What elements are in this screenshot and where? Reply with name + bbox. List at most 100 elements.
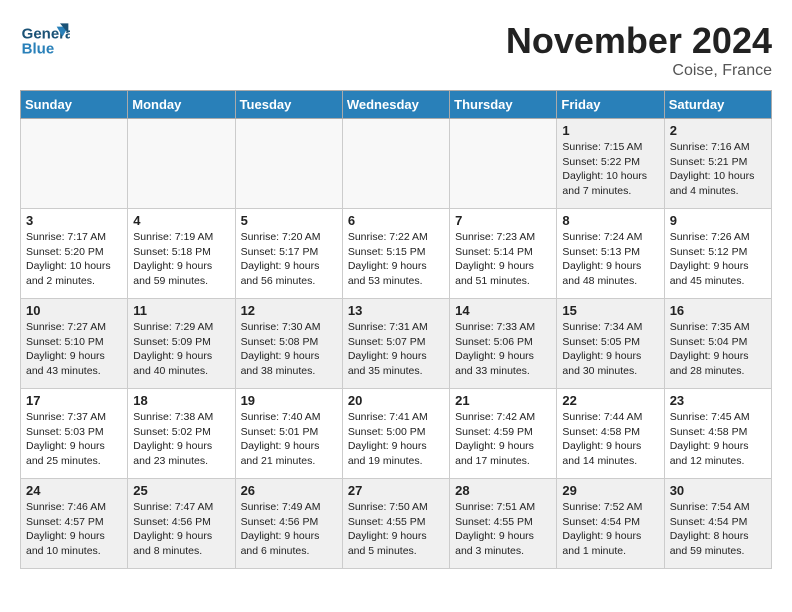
calendar-cell: 23 Sunrise: 7:45 AM Sunset: 4:58 PM Dayli… — [664, 389, 771, 479]
calendar-cell: 3 Sunrise: 7:17 AM Sunset: 5:20 PM Daylig… — [21, 209, 128, 299]
day-number: 25 — [133, 483, 229, 498]
day-number: 24 — [26, 483, 122, 498]
weekday-header-thursday: Thursday — [450, 91, 557, 119]
day-content: Sunrise: 7:33 AM Sunset: 5:06 PM Dayligh… — [455, 320, 551, 379]
calendar-week-row: 24 Sunrise: 7:46 AM Sunset: 4:57 PM Dayli… — [21, 479, 772, 569]
day-content: Sunrise: 7:50 AM Sunset: 4:55 PM Dayligh… — [348, 500, 444, 559]
day-number: 18 — [133, 393, 229, 408]
calendar-week-row: 1 Sunrise: 7:15 AM Sunset: 5:22 PM Daylig… — [21, 119, 772, 209]
day-content: Sunrise: 7:38 AM Sunset: 5:02 PM Dayligh… — [133, 410, 229, 469]
day-content: Sunrise: 7:47 AM Sunset: 4:56 PM Dayligh… — [133, 500, 229, 559]
calendar-table: SundayMondayTuesdayWednesdayThursdayFrid… — [20, 90, 772, 569]
weekday-header-friday: Friday — [557, 91, 664, 119]
day-number: 29 — [562, 483, 658, 498]
weekday-header-row: SundayMondayTuesdayWednesdayThursdayFrid… — [21, 91, 772, 119]
svg-text:Blue: Blue — [22, 40, 55, 57]
day-number: 7 — [455, 213, 551, 228]
calendar-cell: 11 Sunrise: 7:29 AM Sunset: 5:09 PM Dayli… — [128, 299, 235, 389]
day-number: 3 — [26, 213, 122, 228]
calendar-cell: 24 Sunrise: 7:46 AM Sunset: 4:57 PM Dayli… — [21, 479, 128, 569]
day-number: 2 — [670, 123, 766, 138]
day-content: Sunrise: 7:46 AM Sunset: 4:57 PM Dayligh… — [26, 500, 122, 559]
location: Coise, France — [506, 62, 772, 80]
day-number: 15 — [562, 303, 658, 318]
day-content: Sunrise: 7:54 AM Sunset: 4:54 PM Dayligh… — [670, 500, 766, 559]
logo: General Blue — [20, 20, 74, 60]
weekday-header-sunday: Sunday — [21, 91, 128, 119]
calendar-cell: 8 Sunrise: 7:24 AM Sunset: 5:13 PM Daylig… — [557, 209, 664, 299]
calendar-cell: 2 Sunrise: 7:16 AM Sunset: 5:21 PM Daylig… — [664, 119, 771, 209]
day-number: 23 — [670, 393, 766, 408]
day-number: 12 — [241, 303, 337, 318]
day-number: 17 — [26, 393, 122, 408]
day-content: Sunrise: 7:35 AM Sunset: 5:04 PM Dayligh… — [670, 320, 766, 379]
calendar-cell — [21, 119, 128, 209]
calendar-cell: 26 Sunrise: 7:49 AM Sunset: 4:56 PM Dayli… — [235, 479, 342, 569]
day-content: Sunrise: 7:41 AM Sunset: 5:00 PM Dayligh… — [348, 410, 444, 469]
day-content: Sunrise: 7:27 AM Sunset: 5:10 PM Dayligh… — [26, 320, 122, 379]
calendar-cell: 21Sunrise: 7:42 AM Sunset: 4:59 PM Dayli… — [450, 389, 557, 479]
day-content: Sunrise: 7:29 AM Sunset: 5:09 PM Dayligh… — [133, 320, 229, 379]
calendar-cell: 17 Sunrise: 7:37 AM Sunset: 5:03 PM Dayli… — [21, 389, 128, 479]
day-number: 16 — [670, 303, 766, 318]
calendar-week-row: 10 Sunrise: 7:27 AM Sunset: 5:10 PM Dayli… — [21, 299, 772, 389]
logo-icon: General Blue — [20, 20, 70, 60]
calendar-cell: 19 Sunrise: 7:40 AM Sunset: 5:01 PM Dayli… — [235, 389, 342, 479]
calendar-cell: 12 Sunrise: 7:30 AM Sunset: 5:08 PM Dayli… — [235, 299, 342, 389]
calendar-cell: 6 Sunrise: 7:22 AM Sunset: 5:15 PM Daylig… — [342, 209, 449, 299]
day-content: Sunrise: 7:37 AM Sunset: 5:03 PM Dayligh… — [26, 410, 122, 469]
calendar-cell: 1 Sunrise: 7:15 AM Sunset: 5:22 PM Daylig… — [557, 119, 664, 209]
day-content: Sunrise: 7:45 AM Sunset: 4:58 PM Dayligh… — [670, 410, 766, 469]
day-content: Sunrise: 7:42 AM Sunset: 4:59 PM Dayligh… — [455, 410, 551, 469]
calendar-cell: 28 Sunrise: 7:51 AM Sunset: 4:55 PM Dayli… — [450, 479, 557, 569]
day-content: Sunrise: 7:23 AM Sunset: 5:14 PM Dayligh… — [455, 230, 551, 289]
day-content: Sunrise: 7:30 AM Sunset: 5:08 PM Dayligh… — [241, 320, 337, 379]
day-number: 5 — [241, 213, 337, 228]
day-content: Sunrise: 7:52 AM Sunset: 4:54 PM Dayligh… — [562, 500, 658, 559]
day-number: 10 — [26, 303, 122, 318]
calendar-cell: 18 Sunrise: 7:38 AM Sunset: 5:02 PM Dayli… — [128, 389, 235, 479]
day-number: 1 — [562, 123, 658, 138]
calendar-cell: 4Sunrise: 7:19 AM Sunset: 5:18 PM Daylig… — [128, 209, 235, 299]
calendar-week-row: 3 Sunrise: 7:17 AM Sunset: 5:20 PM Daylig… — [21, 209, 772, 299]
page-header: General Blue November 2024 Coise, France — [20, 20, 772, 80]
weekday-header-monday: Monday — [128, 91, 235, 119]
day-content: Sunrise: 7:44 AM Sunset: 4:58 PM Dayligh… — [562, 410, 658, 469]
calendar-cell — [128, 119, 235, 209]
day-number: 14 — [455, 303, 551, 318]
day-content: Sunrise: 7:16 AM Sunset: 5:21 PM Dayligh… — [670, 140, 766, 199]
calendar-cell: 15 Sunrise: 7:34 AM Sunset: 5:05 PM Dayli… — [557, 299, 664, 389]
calendar-cell — [342, 119, 449, 209]
day-content: Sunrise: 7:40 AM Sunset: 5:01 PM Dayligh… — [241, 410, 337, 469]
calendar-cell — [450, 119, 557, 209]
weekday-header-wednesday: Wednesday — [342, 91, 449, 119]
weekday-header-saturday: Saturday — [664, 91, 771, 119]
calendar-cell: 9Sunrise: 7:26 AM Sunset: 5:12 PM Daylig… — [664, 209, 771, 299]
calendar-cell: 22 Sunrise: 7:44 AM Sunset: 4:58 PM Dayli… — [557, 389, 664, 479]
day-content: Sunrise: 7:49 AM Sunset: 4:56 PM Dayligh… — [241, 500, 337, 559]
calendar-cell: 14 Sunrise: 7:33 AM Sunset: 5:06 PM Dayli… — [450, 299, 557, 389]
day-content: Sunrise: 7:15 AM Sunset: 5:22 PM Dayligh… — [562, 140, 658, 199]
day-content: Sunrise: 7:31 AM Sunset: 5:07 PM Dayligh… — [348, 320, 444, 379]
month-title: November 2024 — [506, 20, 772, 62]
day-number: 28 — [455, 483, 551, 498]
day-number: 19 — [241, 393, 337, 408]
calendar-cell: 16 Sunrise: 7:35 AM Sunset: 5:04 PM Dayli… — [664, 299, 771, 389]
calendar-cell: 7 Sunrise: 7:23 AM Sunset: 5:14 PM Daylig… — [450, 209, 557, 299]
day-number: 30 — [670, 483, 766, 498]
day-content: Sunrise: 7:24 AM Sunset: 5:13 PM Dayligh… — [562, 230, 658, 289]
day-number: 22 — [562, 393, 658, 408]
day-content: Sunrise: 7:17 AM Sunset: 5:20 PM Dayligh… — [26, 230, 122, 289]
day-content: Sunrise: 7:51 AM Sunset: 4:55 PM Dayligh… — [455, 500, 551, 559]
day-number: 20 — [348, 393, 444, 408]
day-content: Sunrise: 7:22 AM Sunset: 5:15 PM Dayligh… — [348, 230, 444, 289]
weekday-header-tuesday: Tuesday — [235, 91, 342, 119]
day-number: 6 — [348, 213, 444, 228]
day-number: 8 — [562, 213, 658, 228]
calendar-cell: 10 Sunrise: 7:27 AM Sunset: 5:10 PM Dayli… — [21, 299, 128, 389]
day-content: Sunrise: 7:20 AM Sunset: 5:17 PM Dayligh… — [241, 230, 337, 289]
day-number: 26 — [241, 483, 337, 498]
day-number: 11 — [133, 303, 229, 318]
day-content: Sunrise: 7:34 AM Sunset: 5:05 PM Dayligh… — [562, 320, 658, 379]
day-content: Sunrise: 7:26 AM Sunset: 5:12 PM Dayligh… — [670, 230, 766, 289]
